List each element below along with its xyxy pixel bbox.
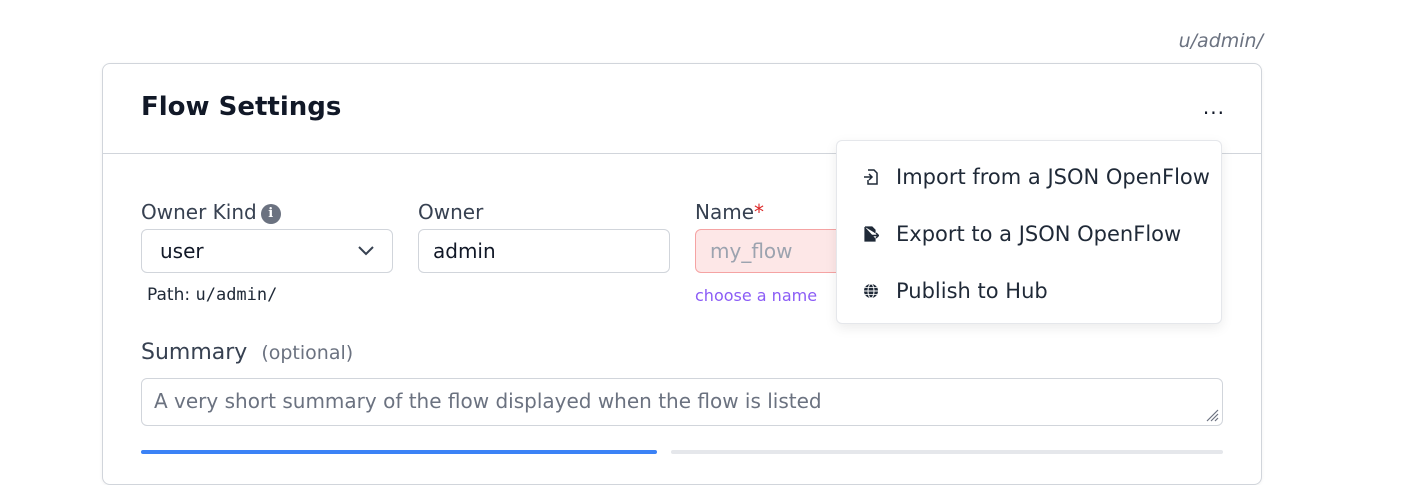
summary-optional: (optional): [261, 342, 354, 364]
owner-label: Owner: [418, 200, 484, 224]
owner-kind-label: Owner Kind i: [141, 200, 281, 224]
name-label: Name*: [695, 200, 764, 224]
page-title: Flow Settings: [141, 92, 342, 122]
chevron-down-icon: [358, 246, 374, 256]
summary-placeholder: A very short summary of the flow display…: [154, 389, 822, 413]
summary-label: Summary (optional): [141, 340, 353, 365]
top-path-label: u/admin/: [1178, 30, 1263, 52]
name-hint: choose a name: [695, 286, 818, 305]
required-mark: *: [754, 200, 765, 224]
menu-item-label: Import from a JSON OpenFlow: [896, 165, 1210, 189]
resize-handle-icon[interactable]: [1205, 408, 1219, 422]
owner-kind-select[interactable]: user: [141, 229, 393, 273]
path-value: u/admin/: [195, 285, 278, 305]
owner-kind-value: user: [160, 239, 204, 263]
more-options-button[interactable]: ...: [1203, 97, 1225, 117]
menu-item-label: Export to a JSON OpenFlow: [896, 222, 1182, 246]
path-label: Path:: [147, 285, 191, 305]
menu-item-export[interactable]: Export to a JSON OpenFlow: [837, 206, 1221, 262]
owner-kind-label-text: Owner Kind: [141, 200, 257, 224]
owner-value: admin: [433, 239, 496, 263]
globe-icon: [864, 283, 878, 299]
more-options-menu: Import from a JSON OpenFlow Export to a …: [836, 140, 1222, 324]
file-export-icon: [864, 226, 879, 242]
info-icon[interactable]: i: [260, 203, 281, 224]
path-note: Path: u/admin/: [147, 285, 277, 305]
summary-label-text: Summary: [141, 340, 248, 365]
menu-item-import[interactable]: Import from a JSON OpenFlow: [837, 149, 1221, 205]
summary-textarea[interactable]: A very short summary of the flow display…: [141, 378, 1223, 426]
name-placeholder: my_flow: [710, 239, 793, 263]
name-label-text: Name: [695, 200, 755, 224]
menu-item-label: Publish to Hub: [896, 279, 1048, 303]
file-import-icon: [864, 169, 878, 185]
owner-input[interactable]: admin: [418, 229, 670, 273]
menu-item-publish[interactable]: Publish to Hub: [837, 263, 1221, 319]
